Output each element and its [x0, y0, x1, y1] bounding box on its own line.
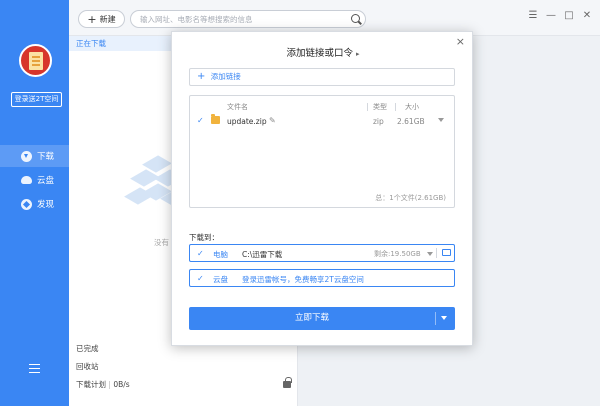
category-completed[interactable]: 已完成 — [76, 343, 99, 354]
file-list: 文件名 类型 大小 ✓ update.zip ✎ zip 2.61GB 总：1个… — [189, 95, 455, 208]
cloud-login-link[interactable]: 登录迅雷帐号，免费畅享2T云盘空间 — [242, 274, 364, 285]
cloud-icon — [21, 176, 32, 184]
add-link-label: 添加链接 — [210, 72, 241, 81]
new-task-label: 新建 — [99, 14, 116, 24]
column-header-name: 文件名 — [227, 103, 248, 111]
plus-icon: + — [197, 71, 206, 82]
dialog-title-text: 添加链接或口令 — [286, 48, 353, 59]
file-type: zip — [373, 117, 384, 126]
destination-computer[interactable]: ✓ 电脑 C:\迅雷下载 剩余:19.50GB — [189, 244, 455, 262]
column-divider — [395, 103, 396, 111]
chevron-down-icon[interactable] — [438, 118, 444, 122]
sidebar-item-discover[interactable]: 发现 — [0, 193, 69, 215]
category-recycle[interactable]: 回收站 — [76, 361, 99, 372]
checkbox-checked-icon[interactable]: ✓ — [197, 249, 206, 258]
plus-icon: + — [87, 12, 97, 26]
sidebar-item-label: 云盘 — [37, 176, 55, 186]
file-size: 2.61GB — [397, 117, 425, 126]
destination-label: 云盘 — [213, 275, 228, 284]
speed-value: 0B/s — [113, 380, 130, 389]
download-icon — [21, 150, 32, 162]
file-name: update.zip — [227, 117, 267, 126]
sidebar-item-label: 下载 — [37, 152, 55, 162]
destination-path[interactable]: C:\迅雷下载 — [242, 249, 282, 260]
download-now-button[interactable]: 立即下载 — [189, 307, 455, 330]
avatar[interactable] — [19, 44, 52, 77]
download-now-label: 立即下载 — [294, 313, 329, 323]
search-box[interactable] — [130, 10, 366, 28]
download-to-label: 下载到： — [189, 233, 219, 242]
close-icon[interactable]: × — [456, 35, 465, 48]
maximize-icon[interactable]: □ — [563, 10, 575, 22]
sidebar-item-label: 发现 — [37, 200, 55, 210]
login-button[interactable]: 登录送2T空间 — [11, 92, 62, 107]
sidebar: 登录送2T空间 下载 云盘 发现 — [0, 0, 69, 406]
sidebar-item-download[interactable]: 下载 — [0, 145, 69, 167]
close-window-icon[interactable]: ✕ — [581, 10, 593, 22]
discover-icon — [21, 198, 32, 210]
caret-right-icon: ▸ — [356, 50, 360, 58]
divider — [435, 312, 436, 325]
minimize-icon[interactable]: — — [545, 10, 557, 22]
dialog-title[interactable]: 添加链接或口令 ▸ — [172, 45, 474, 59]
column-header-type: 类型 — [373, 103, 387, 111]
folder-icon[interactable] — [442, 249, 451, 256]
destination-cloud[interactable]: ✓ 云盘 登录迅雷帐号，免费畅享2T云盘空间 — [189, 269, 455, 287]
destination-label: 电脑 — [213, 250, 228, 259]
free-space: 剩余:19.50GB — [374, 250, 421, 258]
checkbox-checked-icon[interactable]: ✓ — [197, 116, 206, 125]
menu-icon[interactable]: ☰ — [527, 10, 539, 22]
add-link-button[interactable]: + 添加链接 — [189, 68, 455, 86]
file-row[interactable]: ✓ update.zip ✎ zip 2.61GB — [190, 114, 454, 129]
column-divider — [367, 103, 368, 111]
column-header-size: 大小 — [405, 103, 419, 111]
zip-file-icon — [211, 114, 220, 124]
search-input[interactable] — [140, 13, 340, 25]
new-task-button[interactable]: + 新建 — [78, 10, 125, 28]
lock-icon[interactable] — [283, 377, 292, 388]
search-icon[interactable] — [351, 14, 360, 23]
add-link-dialog: 添加链接或口令 ▸ × + 添加链接 文件名 类型 大小 ✓ update.zi… — [171, 31, 473, 346]
file-summary: 总：1个文件(2.61GB) — [375, 194, 446, 202]
empty-text: 没有 — [154, 238, 169, 247]
chevron-down-icon[interactable] — [427, 252, 433, 256]
document-icon — [29, 52, 43, 70]
chevron-down-icon[interactable] — [441, 316, 447, 320]
sidebar-item-cloud[interactable]: 云盘 — [0, 169, 69, 191]
hamburger-icon[interactable] — [29, 364, 40, 373]
divider — [436, 248, 437, 258]
download-plan[interactable]: 下载计划 | 0B/s — [76, 379, 130, 390]
plan-label: 下载计划 — [76, 380, 106, 389]
edit-icon[interactable]: ✎ — [269, 116, 276, 125]
checkbox-checked-icon[interactable]: ✓ — [197, 274, 206, 283]
